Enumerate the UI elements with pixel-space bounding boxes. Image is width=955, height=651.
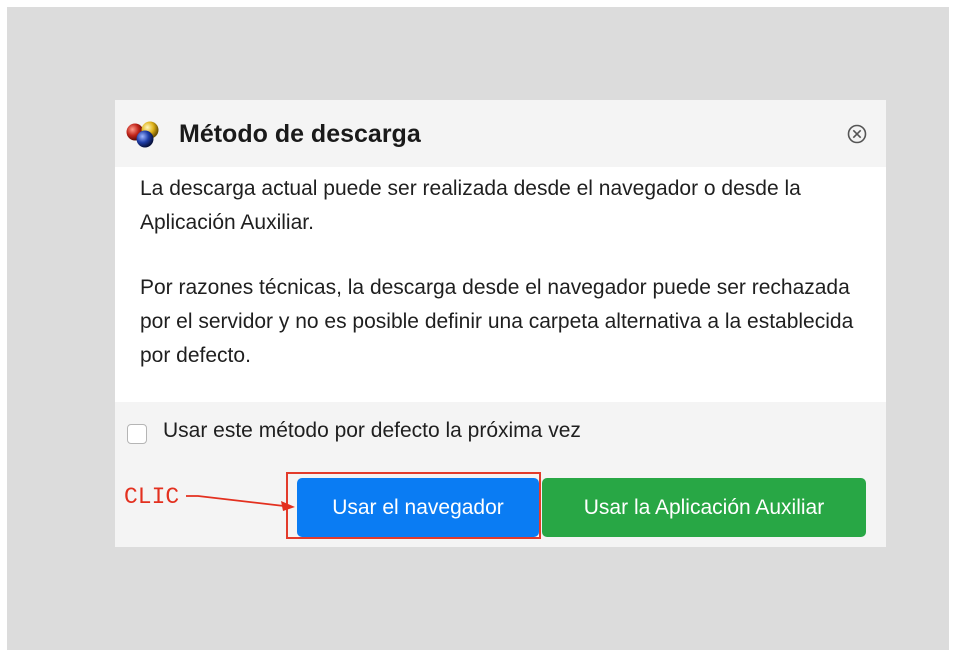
default-method-checkbox-label[interactable]: Usar este método por defecto la próxima …: [163, 419, 581, 443]
default-method-checkbox-row[interactable]: Usar este método por defecto la próxima …: [127, 416, 581, 446]
dialog-footer: Usar este método por defecto la próxima …: [115, 402, 886, 547]
annotation-arrow-icon: [186, 495, 295, 511]
description-paragraph: La descarga actual puede ser realizada d…: [140, 177, 801, 234]
default-method-checkbox[interactable]: [127, 424, 147, 444]
three-spheres-icon: [126, 121, 159, 148]
warning-paragraph: Por razones técnicas, la descarga desde …: [140, 276, 854, 367]
dialog-header: Método de descarga: [115, 100, 886, 167]
close-circle-icon[interactable]: [845, 122, 869, 146]
download-method-dialog: Método de descarga La descarga actual pu…: [115, 100, 886, 547]
click-annotation-label: CLIC: [124, 484, 180, 510]
use-browser-button[interactable]: Usar el navegador: [297, 478, 539, 537]
dialog-title: Método de descarga: [179, 120, 421, 148]
use-helper-app-button[interactable]: Usar la Aplicación Auxiliar: [542, 478, 866, 537]
